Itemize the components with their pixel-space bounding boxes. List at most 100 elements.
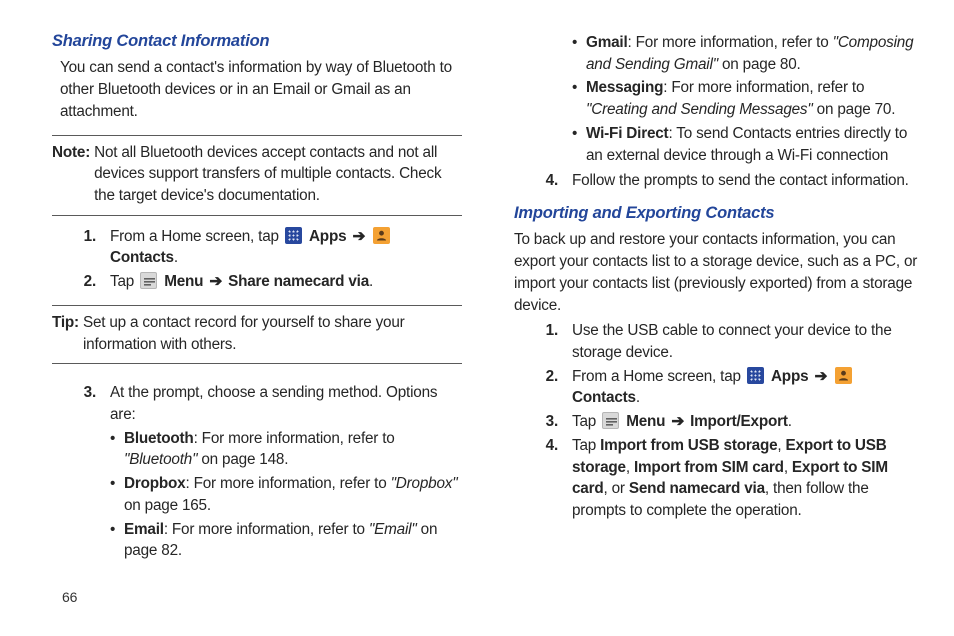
sep: , [784, 459, 792, 476]
opt-ref: "Email" [369, 521, 417, 538]
opt-import-sim: Import from SIM card [634, 459, 784, 476]
opt-tail: on page 148. [197, 451, 288, 468]
ie-step-3: 3. Tap Menu ➔ Import/Export. [514, 411, 924, 433]
menu-label: Menu [626, 413, 665, 430]
menu-label: Menu [164, 273, 203, 290]
heading-sharing-contact-info: Sharing Contact Information [52, 30, 462, 53]
right-column: • Gmail: For more information, refer to … [514, 30, 924, 608]
sending-options-list: • Bluetooth: For more information, refer… [110, 428, 462, 562]
step-number: 2. [52, 271, 110, 293]
bullet-icon: • [110, 473, 124, 516]
ie-step-4: 4. Tap Import from USB storage, Export t… [514, 435, 924, 522]
left-column: Sharing Contact Information You can send… [52, 30, 462, 608]
intro-paragraph: You can send a contact's information by … [60, 57, 462, 122]
option-wifi-direct: • Wi-Fi Direct: To send Contacts entries… [572, 123, 924, 166]
arrow-icon: ➔ [669, 413, 686, 430]
share-via-label: Share namecard via [228, 273, 369, 290]
sep: , [626, 459, 634, 476]
arrow-icon: ➔ [207, 273, 224, 290]
opt-text: : For more information, refer to [185, 475, 390, 492]
step-number: 4. [514, 435, 572, 522]
opt-ref: "Bluetooth" [124, 451, 197, 468]
heading-import-export: Importing and Exporting Contacts [514, 202, 924, 225]
step-number: 4. [514, 170, 572, 192]
opt-label: Email [124, 521, 164, 538]
step-text: Tap [572, 437, 600, 454]
sep: , [777, 437, 785, 454]
step-number: 2. [514, 366, 572, 409]
period: . [369, 273, 373, 290]
opt-ref: "Dropbox" [391, 475, 458, 492]
contacts-icon [373, 227, 390, 244]
tip-label: Tip: [52, 312, 83, 355]
step-text: At the prompt, choose a sending method. … [110, 384, 437, 423]
apps-icon [285, 227, 302, 244]
page-number: 66 [62, 588, 462, 608]
sep-or: , or [604, 480, 629, 497]
opt-text: : For more information, refer to [663, 79, 864, 96]
opt-label: Wi-Fi Direct [586, 125, 668, 142]
step-text: Tap [110, 273, 138, 290]
step-number: 3. [52, 382, 110, 564]
opt-tail: on page 165. [124, 497, 211, 514]
contacts-label: Contacts [110, 249, 174, 266]
step-3: 3. At the prompt, choose a sending metho… [52, 382, 462, 564]
option-messaging: • Messaging: For more information, refer… [572, 77, 924, 120]
period: . [788, 413, 792, 430]
opt-label: Bluetooth [124, 430, 194, 447]
option-email: • Email: For more information, refer to … [110, 519, 462, 562]
contacts-icon [835, 367, 852, 384]
apps-icon [747, 367, 764, 384]
menu-icon [602, 412, 619, 429]
period: . [636, 389, 640, 406]
option-bluetooth: • Bluetooth: For more information, refer… [110, 428, 462, 471]
step-number: 3. [514, 411, 572, 433]
step-text: Tap [572, 413, 600, 430]
import-export-label: Import/Export [690, 413, 788, 430]
steps-list-2: 3. At the prompt, choose a sending metho… [52, 382, 462, 564]
step-number: 1. [514, 320, 572, 363]
menu-icon [140, 272, 157, 289]
opt-ref: "Creating and Sending Messages" [586, 101, 813, 118]
opt-label: Gmail [586, 34, 628, 51]
bullet-icon: • [110, 428, 124, 471]
ie-step-2: 2. From a Home screen, tap Apps ➔ Contac… [514, 366, 924, 409]
bullet-icon: • [110, 519, 124, 562]
step-2: 2. Tap Menu ➔ Share namecard via. [52, 271, 462, 293]
step-text: Use the USB cable to connect your device… [572, 320, 924, 363]
ie-step-1: 1. Use the USB cable to connect your dev… [514, 320, 924, 363]
step-4: 4. Follow the prompts to send the contac… [514, 170, 924, 192]
step-text: From a Home screen, tap [572, 368, 745, 385]
manual-page: Sharing Contact Information You can send… [0, 0, 954, 618]
period: . [174, 249, 178, 266]
step-text: From a Home screen, tap [110, 228, 283, 245]
note-body: Not all Bluetooth devices accept contact… [94, 142, 462, 207]
opt-text: : For more information, refer to [194, 430, 395, 447]
bullet-icon: • [572, 123, 586, 166]
opt-tail: on page 70. [813, 101, 896, 118]
tip-body: Set up a contact record for yourself to … [83, 312, 462, 355]
steps-list-1: 1. From a Home screen, tap Apps ➔ Contac… [52, 226, 462, 293]
tip-box: Tip: Set up a contact record for yoursel… [52, 305, 462, 364]
option-dropbox: • Dropbox: For more information, refer t… [110, 473, 462, 516]
note-box: Note: Not all Bluetooth devices accept c… [52, 135, 462, 216]
arrow-icon: ➔ [812, 368, 829, 385]
step-number: 1. [52, 226, 110, 269]
sending-options-cont: • Gmail: For more information, refer to … [572, 32, 924, 166]
arrow-icon: ➔ [350, 228, 367, 245]
apps-label: Apps [309, 228, 346, 245]
opt-import-usb: Import from USB storage [600, 437, 777, 454]
apps-label: Apps [771, 368, 808, 385]
contacts-label: Contacts [572, 389, 636, 406]
intro2-paragraph: To back up and restore your contacts inf… [514, 229, 924, 316]
opt-label: Dropbox [124, 475, 185, 492]
opt-send-namecard: Send namecard via [629, 480, 765, 497]
option-gmail: • Gmail: For more information, refer to … [572, 32, 924, 75]
steps-list-3: 4. Follow the prompts to send the contac… [514, 170, 924, 192]
step-1: 1. From a Home screen, tap Apps ➔ Contac… [52, 226, 462, 269]
bullet-icon: • [572, 77, 586, 120]
opt-label: Messaging [586, 79, 663, 96]
opt-text: : For more information, refer to [164, 521, 369, 538]
bullet-icon: • [572, 32, 586, 75]
opt-tail: on page 80. [718, 56, 801, 73]
